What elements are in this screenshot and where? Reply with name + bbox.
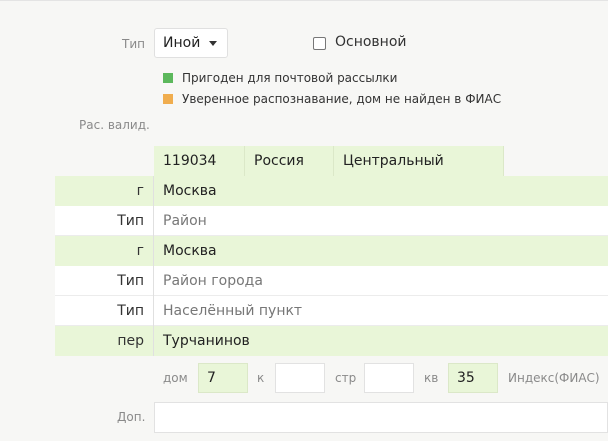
row-type-label: г	[55, 236, 154, 266]
row-value[interactable]: Москва	[154, 176, 608, 206]
address-row-city[interactable]: г Москва	[55, 176, 608, 206]
row-type-label: Тип	[55, 266, 154, 296]
house-input[interactable]: 7	[198, 363, 248, 393]
country-cell[interactable]: Россия	[245, 146, 334, 176]
structure-input[interactable]	[364, 363, 414, 393]
address-row-city-2[interactable]: г Москва	[55, 236, 608, 266]
chevron-down-icon	[209, 41, 217, 46]
row-type-label: пер	[55, 326, 154, 356]
apartment-input[interactable]: 35	[448, 363, 498, 393]
main-checkbox-label[interactable]: Основной	[335, 34, 407, 50]
extra-input[interactable]	[154, 402, 608, 433]
row-type-label: Тип	[55, 296, 154, 326]
building-label: к	[257, 371, 265, 385]
address-row-city-district[interactable]: Тип Район города	[55, 266, 608, 296]
type-label: Тип	[122, 37, 145, 51]
validation-text-2: Уверенное распознавание, дом не найден в…	[182, 92, 502, 106]
type-select[interactable]: Иной	[154, 28, 228, 58]
row-type-label: г	[55, 176, 154, 206]
fias-index-label: Индекс(ФИАС)	[508, 371, 600, 385]
postal-code-cell[interactable]: 119034	[154, 146, 245, 176]
row-value[interactable]: Район	[154, 206, 608, 236]
district-cell[interactable]: Центральный	[334, 146, 504, 176]
top-divider	[0, 0, 608, 1]
type-select-value: Иной	[163, 35, 201, 51]
house-label: дом	[163, 371, 188, 385]
main-checkbox[interactable]	[313, 37, 326, 50]
address-row-settlement[interactable]: Тип Населённый пункт	[55, 296, 608, 326]
row-value[interactable]: Турчанинов	[154, 326, 608, 356]
row-type-label: Тип	[55, 206, 154, 236]
row-value[interactable]: Москва	[154, 236, 608, 266]
address-row-street[interactable]: пер Турчанинов	[55, 326, 608, 356]
address-row-district[interactable]: Тип Район	[55, 206, 608, 236]
row-value[interactable]: Район города	[154, 266, 608, 296]
structure-label: стр	[335, 371, 357, 385]
building-input[interactable]	[275, 363, 325, 393]
green-status-icon	[163, 73, 173, 83]
validation-text-1: Пригоден для почтовой рассылки	[182, 71, 398, 85]
extra-label: Доп.	[117, 410, 146, 424]
row-value[interactable]: Населённый пункт	[154, 296, 608, 326]
orange-status-icon	[163, 94, 173, 104]
apartment-label: кв	[424, 371, 439, 385]
validation-label: Рас. валид.	[79, 118, 150, 132]
